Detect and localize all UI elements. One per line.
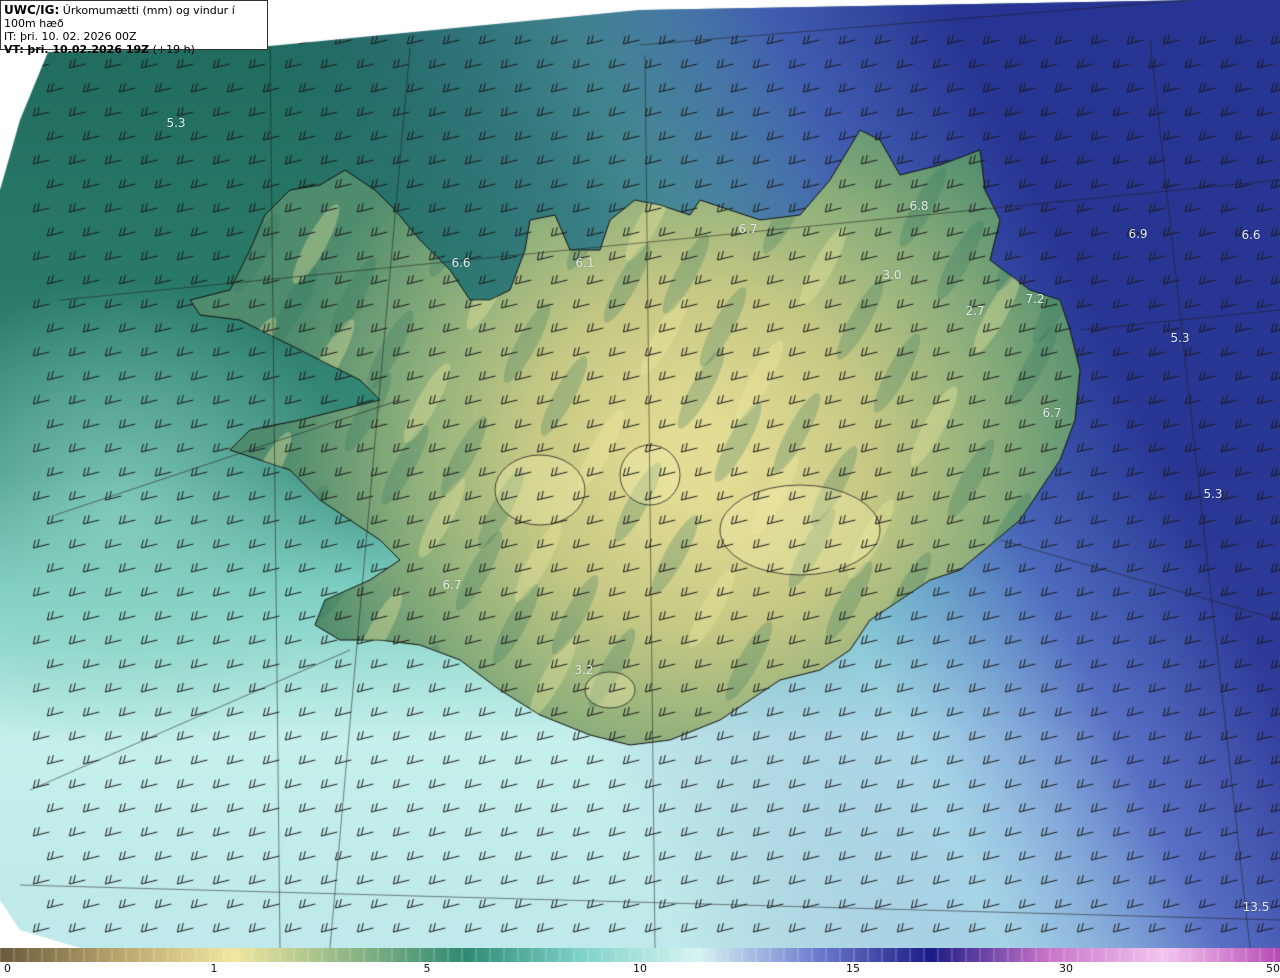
precipitation-colorbar <box>0 948 1280 962</box>
value-label-6: 6.6 <box>1241 228 1261 242</box>
colorbar-tick-label: 15 <box>846 962 860 975</box>
value-label-4: 6.8 <box>909 199 929 213</box>
value-label-15: 13.5 <box>1242 900 1270 914</box>
valid-prefix: VT: <box>4 43 24 56</box>
title-line: UWC/IG: Úrkomumætti (mm) og vindur í 100… <box>4 3 264 31</box>
value-label-8: 2.7 <box>965 304 985 318</box>
colorbar-tick-label: 0 <box>4 962 11 975</box>
colorbar-tick-label: 30 <box>1059 962 1073 975</box>
value-label-11: 6.7 <box>1042 406 1062 420</box>
value-label-13: 6.7 <box>442 578 462 592</box>
init-prefix: IT: <box>4 30 17 43</box>
init-time-line: IT: þri. 10. 02. 2026 00Z <box>4 30 264 43</box>
colorbar-tick-label: 50 <box>1266 962 1280 975</box>
map-info-box: UWC/IG: Úrkomumætti (mm) og vindur í 100… <box>0 0 268 56</box>
value-label-14: 3.2 <box>574 663 594 677</box>
colorbar-tick-label: 10 <box>633 962 647 975</box>
model-name: UWC/IG: <box>4 3 60 17</box>
value-label-7: 3.0 <box>882 268 902 282</box>
precipitable-water-map <box>0 0 1280 948</box>
colorbar-tick-label: 1 <box>210 962 218 975</box>
value-label-0: 5.3 <box>166 116 186 130</box>
value-label-2: 6.1 <box>575 256 595 270</box>
value-label-9: 7.2 <box>1025 292 1045 306</box>
colorbar-tick-label: 5 <box>423 962 431 975</box>
lead-time: (+19 h) <box>152 43 195 56</box>
valid-time-line: VT: þri. 10.02.2026 19Z (+19 h) <box>4 43 264 56</box>
value-label-3: 6.7 <box>738 222 758 236</box>
value-label-12: 5.3 <box>1203 487 1223 501</box>
init-time: þri. 10. 02. 2026 00Z <box>19 30 137 43</box>
value-label-10: 5.3 <box>1170 331 1190 345</box>
valid-time: þri. 10.02.2026 19Z <box>27 43 150 56</box>
value-label-1: 6.6 <box>451 256 471 270</box>
value-label-5: 6.9 <box>1128 227 1148 241</box>
